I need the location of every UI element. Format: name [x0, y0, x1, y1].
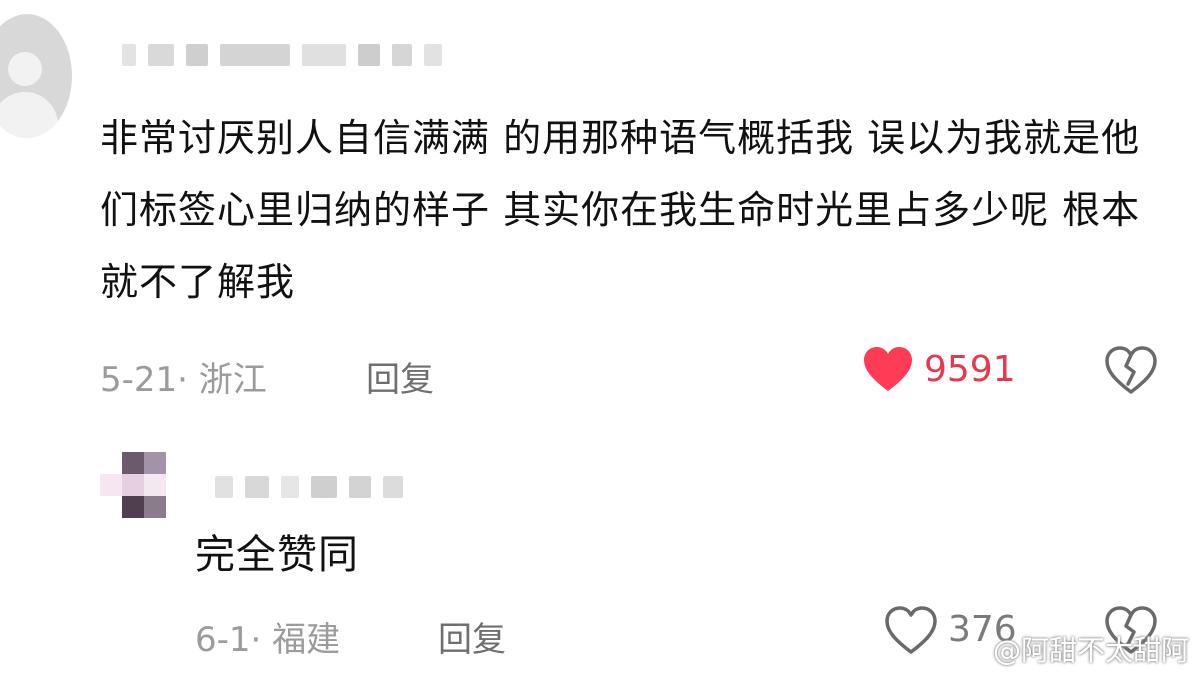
commenter-username-blurred[interactable]	[122, 44, 442, 66]
like-button[interactable]	[862, 346, 914, 394]
comment-text: 非常讨厌别人自信满满 的用那种语气概括我 误以为我就是他们标签心里归纳的样子 其…	[100, 116, 1141, 304]
avatar-body-shape	[0, 92, 58, 138]
broken-heart-icon	[1105, 346, 1157, 394]
reply-button[interactable]: 回复	[366, 352, 434, 401]
avatar-head-shape	[8, 52, 42, 86]
reply-comment-text: 完全赞同	[195, 532, 359, 578]
commenter-avatar[interactable]	[0, 14, 72, 138]
reply-commenter-avatar[interactable]	[100, 452, 166, 518]
comment-date-location: 5-21· 浙江	[100, 360, 267, 400]
like-count: 9591	[924, 349, 1016, 390]
reply-like-button[interactable]	[884, 606, 938, 656]
heart-filled-icon	[864, 347, 912, 391]
heart-outline-icon	[885, 606, 937, 654]
watermark: @阿甜不太甜阿	[992, 634, 1189, 667]
reply-username-blurred[interactable]	[215, 476, 403, 498]
dislike-button[interactable]	[1104, 346, 1158, 396]
reply-reply-button[interactable]: 回复	[438, 612, 506, 661]
reply-date-location: 6-1· 福建	[195, 620, 341, 660]
